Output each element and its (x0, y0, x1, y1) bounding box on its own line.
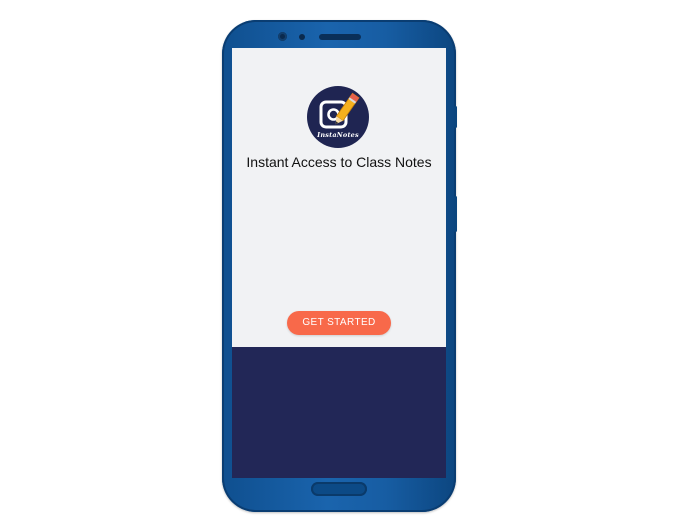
stage: InstaNotes Instant Access to Class Notes… (0, 0, 674, 530)
tagline: Instant Access to Class Notes (246, 154, 432, 170)
splash-bottom-panel (232, 347, 446, 478)
app-logo: InstaNotes (307, 86, 369, 148)
home-button[interactable] (311, 482, 367, 496)
earpiece-speaker (319, 34, 361, 40)
volume-key (454, 106, 457, 128)
phone-frame: InstaNotes Instant Access to Class Notes… (222, 20, 457, 512)
front-camera (278, 32, 287, 41)
logo-wordmark: InstaNotes (317, 131, 359, 139)
get-started-button[interactable]: GET STARTED (287, 311, 391, 335)
splash-top-panel: InstaNotes Instant Access to Class Notes… (232, 48, 446, 347)
power-key (454, 196, 457, 232)
proximity-sensor (299, 34, 305, 40)
app-screen: InstaNotes Instant Access to Class Notes… (232, 48, 446, 478)
